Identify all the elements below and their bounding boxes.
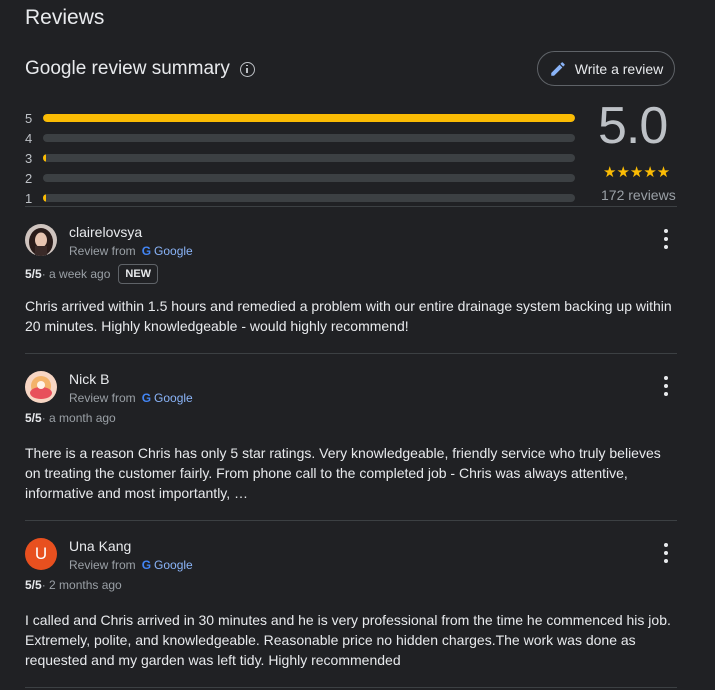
review-source: Review from G Google — [69, 558, 193, 572]
summary-title-text: Google review summary — [25, 58, 230, 79]
rating-bar-track — [43, 174, 575, 182]
new-badge: NEW — [118, 264, 159, 284]
rating-row-2: 2 — [25, 168, 575, 188]
rating-row-label: 1 — [25, 190, 33, 206]
reviewer-name[interactable]: Nick B — [69, 371, 109, 387]
review-rating: 5/5 — [25, 578, 42, 592]
rating-bar-track — [43, 154, 575, 162]
review-meta: 5/5 · a week ago NEW — [25, 264, 159, 284]
review-time: · a week ago — [41, 267, 111, 281]
review-rating: 5/5 — [25, 411, 42, 425]
rating-bar-track — [43, 134, 575, 142]
rating-distribution: 5 4 3 2 1 — [25, 108, 575, 208]
rating-bar-fill — [43, 114, 575, 122]
review-meta: 5/5 · a month ago — [25, 411, 116, 425]
review-source: Review from G Google — [69, 391, 193, 405]
divider — [25, 520, 677, 521]
reviewer-name[interactable]: clairelovsya — [69, 224, 142, 240]
write-review-label: Write a review — [574, 60, 664, 77]
rating-bar-fill — [43, 154, 47, 162]
rating-bar-fill — [43, 194, 47, 202]
rating-row-3: 3 — [25, 148, 575, 168]
review-source-prefix: Review from — [69, 244, 136, 258]
review-source: Review from G Google — [69, 244, 193, 258]
review-text: There is a reason Chris has only 5 star … — [25, 445, 661, 501]
google-icon: G — [141, 244, 152, 258]
google-icon: G — [141, 558, 152, 572]
star-rating-icons: ★★★★★ — [603, 164, 671, 181]
review-source-name: Google — [154, 558, 193, 572]
divider — [25, 687, 677, 688]
rating-row-label: 4 — [25, 130, 33, 146]
review-rating: 5/5 — [25, 267, 42, 281]
summary-title: Google review summary — [25, 58, 255, 80]
avatar[interactable] — [25, 371, 57, 403]
page-title: Reviews — [25, 6, 105, 29]
review-time: · a month ago — [41, 411, 116, 425]
review-time: · 2 months ago — [41, 578, 122, 592]
avatar[interactable] — [25, 224, 57, 256]
rating-row-5: 5 — [25, 108, 575, 128]
rating-row-label: 5 — [25, 110, 33, 126]
average-rating: 5.0 — [598, 97, 668, 155]
divider — [25, 206, 677, 207]
rating-row-1: 1 — [25, 188, 575, 208]
review-source-prefix: Review from — [69, 391, 136, 405]
review-source-name: Google — [154, 391, 193, 405]
rating-row-4: 4 — [25, 128, 575, 148]
review-count-link[interactable]: 172 reviews — [601, 187, 676, 203]
rating-row-label: 3 — [25, 150, 33, 166]
more-options-icon[interactable] — [659, 543, 673, 563]
more-options-icon[interactable] — [659, 376, 673, 396]
more-options-icon[interactable] — [659, 229, 673, 249]
review-source-prefix: Review from — [69, 558, 136, 572]
info-icon[interactable] — [239, 61, 255, 77]
avatar[interactable]: U — [25, 538, 57, 570]
divider — [25, 353, 677, 354]
review-text: I called and Chris arrived in 30 minutes… — [25, 612, 671, 668]
write-review-button[interactable]: Write a review — [537, 51, 675, 86]
rating-row-label: 2 — [25, 170, 33, 186]
rating-bar-track — [43, 194, 575, 202]
review-text: Chris arrived within 1.5 hours and remed… — [25, 298, 672, 334]
reviewer-name[interactable]: Una Kang — [69, 538, 131, 554]
pencil-icon — [551, 61, 565, 76]
google-icon: G — [141, 391, 152, 405]
review-source-name: Google — [154, 244, 193, 258]
rating-bar-track — [43, 114, 575, 122]
review-meta: 5/5 · 2 months ago — [25, 578, 122, 592]
